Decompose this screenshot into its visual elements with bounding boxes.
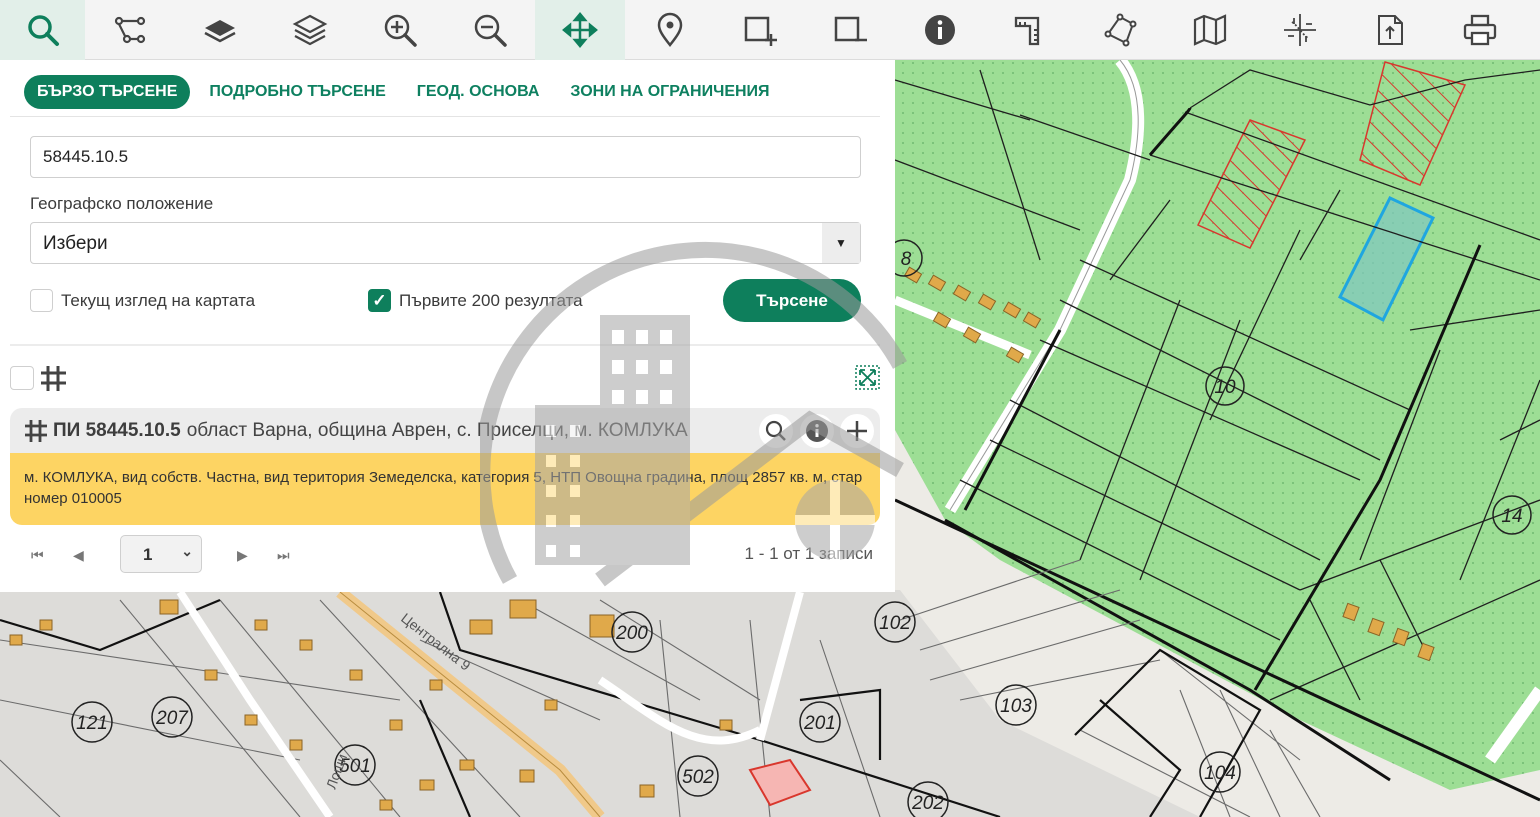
map-label: 8 — [901, 249, 912, 270]
map-label: 121 — [76, 713, 108, 734]
result-info-button[interactable] — [800, 414, 834, 448]
pan-tool-button[interactable] — [535, 0, 625, 60]
prev-page-button[interactable]: ◀ — [73, 547, 84, 564]
map-label: 14 — [1501, 506, 1522, 527]
search-panel: БЪРЗО ТЪРСЕНЕ ПОДРОБНО ТЪРСЕНЕ ГЕОД. ОСН… — [0, 60, 895, 592]
zoom-out-button[interactable] — [445, 0, 535, 60]
layers-tool-button[interactable] — [265, 0, 355, 60]
search-input[interactable] — [30, 136, 861, 178]
next-page-button[interactable]: ▶ — [237, 547, 248, 564]
layer-icon — [204, 20, 236, 43]
map-toolbar — [0, 0, 1540, 60]
search-button[interactable]: Търсене — [723, 279, 861, 322]
page-number: 1 — [143, 545, 153, 564]
route-tool-button[interactable] — [85, 0, 175, 60]
result-details[interactable]: м. КОМЛУКА, вид собств. Частна, вид тери… — [10, 453, 880, 525]
first-200-option[interactable]: ✓ Първите 200 резултата — [368, 289, 583, 312]
polygon-tool-button[interactable] — [1075, 0, 1165, 60]
polygon-icon — [1104, 13, 1137, 47]
parcel-grid-icon — [25, 419, 47, 442]
map-label: 202 — [911, 793, 944, 814]
current-view-checkbox[interactable] — [30, 289, 53, 312]
search-icon — [27, 15, 59, 46]
measure-tool-button[interactable] — [985, 0, 1075, 60]
result-header[interactable]: ПИ 58445.10.5 област Варна, община Аврен… — [10, 408, 880, 453]
map-tool-button[interactable] — [1165, 0, 1255, 60]
export-icon — [1378, 15, 1403, 45]
print-tool-button[interactable] — [1435, 0, 1525, 60]
map-label: 200 — [615, 623, 648, 644]
result-location: област Варна, община Аврен, с. Приселци,… — [186, 419, 688, 441]
layer-tool-button[interactable] — [175, 0, 265, 60]
divider — [10, 116, 880, 117]
geo-location-label: Географско положение — [30, 194, 214, 213]
search-tabs: БЪРЗО ТЪРСЕНЕ ПОДРОБНО ТЪРСЕНЕ ГЕОД. ОСН… — [24, 74, 801, 109]
page-select[interactable]: 1 ⌄ — [120, 535, 202, 573]
result-zoom-button[interactable] — [759, 414, 793, 448]
search-tool-button[interactable] — [0, 0, 85, 60]
layers-icon — [292, 14, 328, 46]
first-200-checkbox[interactable]: ✓ — [368, 289, 391, 312]
first-200-label: Първите 200 резултата — [399, 290, 583, 310]
tab-geodetic-base[interactable]: ГЕОД. ОСНОВА — [417, 83, 540, 101]
geo-location-value: Избери — [43, 233, 108, 254]
route-icon — [114, 16, 146, 44]
zoom-to-extent-icon[interactable] — [855, 365, 880, 390]
map-label: 502 — [682, 767, 714, 788]
current-view-option[interactable]: Текущ изглед на картата — [30, 289, 255, 312]
map-label: 102 — [879, 613, 911, 634]
select-all-checkbox[interactable] — [10, 366, 34, 390]
map-label: 10 — [1214, 377, 1236, 398]
plus-icon — [847, 421, 867, 441]
current-view-label: Текущ изглед на картата — [61, 290, 256, 310]
info-tool-button[interactable] — [895, 0, 985, 60]
result-parcel-id: ПИ 58445.10.5 — [53, 419, 181, 441]
zoom-out-icon — [474, 14, 507, 47]
zoom-in-icon — [384, 14, 417, 47]
location-pin-icon — [657, 12, 683, 48]
info-icon — [806, 420, 828, 442]
map-label: 104 — [1204, 763, 1236, 784]
page-info: 1 - 1 от 1 записи — [744, 544, 873, 563]
map-label: 103 — [1000, 696, 1032, 717]
coordinates-icon — [1284, 14, 1316, 46]
location-tool-button[interactable] — [625, 0, 715, 60]
last-page-button[interactable]: ⏭ — [277, 547, 290, 564]
chevron-down-icon: ⌄ — [181, 543, 193, 559]
tab-quick-search[interactable]: БЪРЗО ТЪРСЕНЕ — [24, 74, 191, 109]
measure-icon — [1014, 16, 1040, 46]
pan-icon — [562, 12, 598, 48]
map-label: 207 — [155, 708, 189, 729]
tab-detailed-search[interactable]: ПОДРОБНО ТЪРСЕНЕ — [209, 83, 385, 101]
search-icon — [765, 420, 786, 441]
divider — [10, 344, 880, 346]
info-icon — [925, 15, 955, 45]
select-remove-icon — [834, 16, 867, 42]
tab-restriction-zones[interactable]: ЗОНИ НА ОГРАНИЧЕНИЯ — [570, 83, 769, 101]
first-page-button[interactable]: ⏮ — [31, 547, 44, 564]
export-tool-button[interactable] — [1345, 0, 1435, 60]
map-icon — [1193, 14, 1227, 46]
parcel-grid-icon — [41, 366, 66, 391]
coordinates-tool-button[interactable] — [1255, 0, 1345, 60]
select-add-button[interactable] — [715, 0, 805, 60]
map-label: 201 — [803, 713, 836, 734]
print-icon — [1463, 14, 1497, 46]
select-remove-button[interactable] — [805, 0, 895, 60]
zoom-in-button[interactable] — [355, 0, 445, 60]
result-add-button[interactable] — [840, 414, 874, 448]
geo-location-select[interactable]: Избери ▼ — [30, 222, 861, 264]
caret-down-icon: ▼ — [822, 223, 860, 263]
pagination: ⏮ ◀ 1 ⌄ ▶ ⏭ 1 - 1 от 1 записи — [0, 535, 895, 575]
select-add-icon — [744, 16, 777, 46]
